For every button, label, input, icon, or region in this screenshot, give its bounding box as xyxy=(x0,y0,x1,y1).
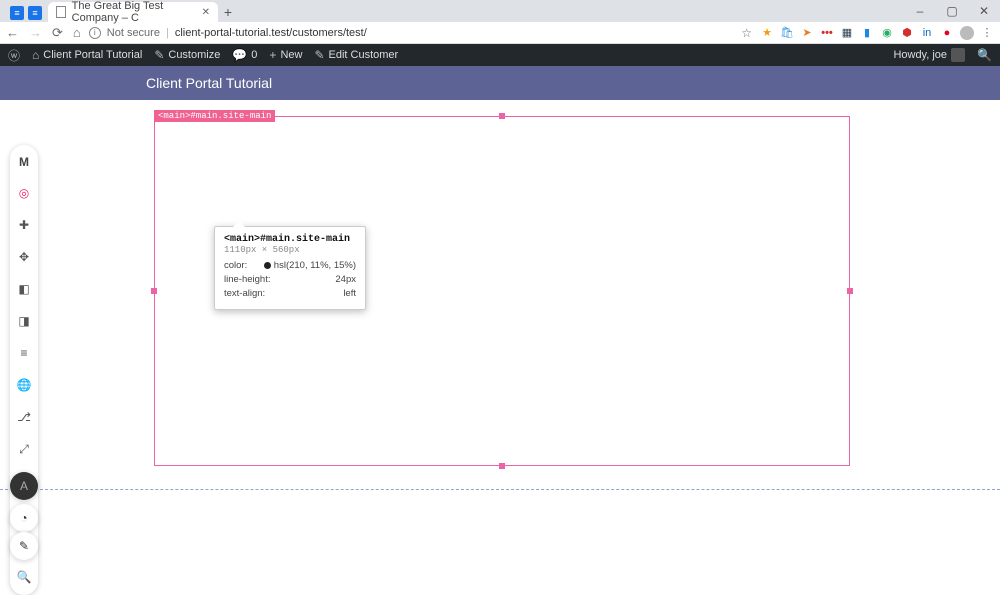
wp-greeting: Howdy, joe xyxy=(893,49,947,61)
branch-tool-button[interactable]: ⎇ xyxy=(14,407,34,427)
search-tool-button[interactable]: 🔍 xyxy=(14,567,34,587)
wordpress-icon: ⓦ xyxy=(8,47,20,64)
wp-admin-bar: ⓦ ⌂Client Portal Tutorial ✎Customize 💬0 … xyxy=(0,44,1000,66)
rocket-ext-icon[interactable]: ➤ xyxy=(800,26,814,40)
wp-new-label: New xyxy=(280,49,302,61)
eyedropper-icon: ◔ xyxy=(20,511,27,525)
user-avatar-circle[interactable]: A xyxy=(10,472,38,500)
camera-ext-icon[interactable]: ◉ xyxy=(880,26,894,40)
tooltip-textalign-label: text-align: xyxy=(224,287,265,301)
target-tool-button[interactable]: ◎ xyxy=(14,183,34,203)
forward-button[interactable]: → xyxy=(29,25,42,40)
gdocs-icon[interactable]: ≡ xyxy=(28,6,42,20)
chrome-menu-icon[interactable]: ⋮ xyxy=(980,26,994,40)
tooltip-color-label: color: xyxy=(224,259,247,273)
window-maximize-button[interactable]: ▢ xyxy=(936,0,968,22)
bag-ext-icon[interactable]: 🛍 xyxy=(780,26,794,40)
home-button[interactable]: ⌂ xyxy=(73,25,81,40)
window-close-button[interactable]: ✕ xyxy=(968,0,1000,22)
wp-logo-button[interactable]: ⓦ xyxy=(8,47,20,64)
wp-site-link[interactable]: ⌂ Client Portal Tutorial xyxy=(32,48,142,62)
wp-customize-link[interactable]: ✎ Customize xyxy=(154,48,220,62)
page-header: Client Portal Tutorial xyxy=(0,66,1000,100)
comment-icon: 💬 xyxy=(232,48,247,62)
globe-tool-button[interactable]: 🌐 xyxy=(14,375,34,395)
selection-handle-right[interactable] xyxy=(847,288,853,294)
selection-handle-bottom[interactable] xyxy=(499,463,505,469)
wp-edit-label: Edit Customer xyxy=(329,49,399,61)
pencil-icon: ✎ xyxy=(314,48,324,62)
avatar-initial: A xyxy=(20,479,28,493)
bookmark-star-icon[interactable]: ☆ xyxy=(741,26,752,40)
pinterest-ext-icon[interactable]: ● xyxy=(940,26,954,40)
edit-button[interactable]: ✎ xyxy=(10,532,38,560)
selection-handle-left[interactable] xyxy=(151,288,157,294)
close-tab-icon[interactable]: ✕ xyxy=(202,7,210,18)
plus-icon: + xyxy=(269,48,276,62)
wp-comments-count: 0 xyxy=(251,49,257,61)
avatar-ext-icon[interactable] xyxy=(960,26,974,40)
home-icon: ⌂ xyxy=(32,48,39,62)
panel-right-tool-button[interactable]: ◨ xyxy=(14,311,34,331)
tooltip-textalign-value: left xyxy=(343,287,356,301)
page-favicon-icon xyxy=(56,6,66,18)
accessibility-tool-button[interactable]: ✚ xyxy=(14,215,34,235)
wp-customize-label: Customize xyxy=(168,49,220,61)
section-boundary-line xyxy=(0,489,1000,490)
blue-ext-icon[interactable]: ▮ xyxy=(860,26,874,40)
element-selector-label: <main>#main.site-main xyxy=(154,110,275,122)
tab-title: The Great Big Test Company – C xyxy=(72,0,196,24)
resize-tool-button[interactable]: ⤢ xyxy=(14,439,34,459)
tooltip-lineheight-value: 24px xyxy=(335,273,356,287)
color-picker-button[interactable]: ◔ xyxy=(10,504,38,532)
wp-search-button[interactable]: 🔍 xyxy=(977,48,992,62)
selection-handle-top[interactable] xyxy=(499,113,505,119)
new-tab-button[interactable]: + xyxy=(218,2,238,22)
gdocs-icon[interactable]: ≡ xyxy=(10,6,24,20)
wand-ext-icon[interactable]: ★ xyxy=(760,26,774,40)
browser-tab-strip: ≡ ≡ The Great Big Test Company – C ✕ + xyxy=(0,0,1000,22)
adblock-ext-icon[interactable]: ⬢ xyxy=(900,26,914,40)
align-tool-button[interactable]: ≡ xyxy=(14,343,34,363)
wp-user-menu[interactable]: Howdy, joe xyxy=(893,48,965,62)
pencil-icon: ✎ xyxy=(19,539,29,553)
wp-new-link[interactable]: + New xyxy=(269,48,302,62)
search-icon: 🔍 xyxy=(977,48,992,62)
microthemer-logo-icon[interactable]: M xyxy=(15,153,33,171)
wp-site-name: Client Portal Tutorial xyxy=(43,49,142,61)
wp-comments-link[interactable]: 💬0 xyxy=(232,48,257,62)
browser-toolbar: ← → ⟳ ⌂ i Not secure | ☆ ★ 🛍 ➤ ••• ▦ ▮ ◉… xyxy=(0,22,1000,44)
brush-icon: ✎ xyxy=(154,48,164,62)
tooltip-title: <main>#main.site-main xyxy=(224,234,356,245)
security-label: Not secure xyxy=(107,27,160,39)
panel-left-tool-button[interactable]: ◧ xyxy=(14,279,34,299)
user-avatar-icon xyxy=(951,48,965,62)
lastpass-ext-icon[interactable]: ••• xyxy=(820,26,834,40)
reload-button[interactable]: ⟳ xyxy=(52,25,63,41)
extensions-tray: ★ 🛍 ➤ ••• ▦ ▮ ◉ ⬢ in ● ⋮ xyxy=(760,26,994,40)
url-input[interactable] xyxy=(175,27,733,39)
tooltip-lineheight-label: line-height: xyxy=(224,273,270,287)
inspector-tooltip: <main>#main.site-main 1110px × 560px col… xyxy=(214,226,366,310)
linkedin-ext-icon[interactable]: in xyxy=(920,26,934,40)
page-canvas: M ◎ ✚ ✥ ◧ ◨ ≡ 🌐 ⎇ ⤢ ⤡ тT ✎ 🔍 A ◔ ✎ <main… xyxy=(0,100,1000,543)
move-tool-button[interactable]: ✥ xyxy=(14,247,34,267)
tooltip-color-value: hsl(210, 11%, 15%) xyxy=(274,260,356,271)
color-swatch-icon xyxy=(264,262,271,269)
browser-tab-active[interactable]: The Great Big Test Company – C ✕ xyxy=(48,2,218,22)
window-minimize-button[interactable]: – xyxy=(904,0,936,22)
separator: | xyxy=(166,27,169,39)
page-title: Client Portal Tutorial xyxy=(146,75,272,91)
back-button[interactable]: ← xyxy=(6,25,19,40)
tooltip-dimensions: 1110px × 560px xyxy=(224,245,356,255)
wp-edit-link[interactable]: ✎ Edit Customer xyxy=(314,48,398,62)
site-info-icon[interactable]: i xyxy=(89,27,101,39)
grid-ext-icon[interactable]: ▦ xyxy=(840,26,854,40)
